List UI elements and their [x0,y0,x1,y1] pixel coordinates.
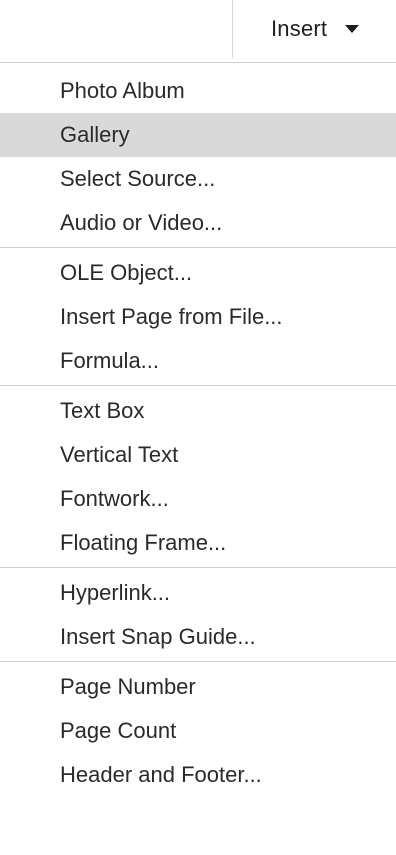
menu-item-photo-album[interactable]: Photo Album [0,69,396,113]
chevron-down-icon [345,25,360,33]
insert-dropdown-menu: Photo Album Gallery Select Source... Aud… [0,62,396,855]
insert-menu-label: Insert [271,16,328,41]
menu-group: Hyperlink... Insert Snap Guide... [0,571,396,662]
screen: Insert Photo Album Gallery Select Source… [0,0,396,855]
menu-item-hyperlink[interactable]: Hyperlink... [0,571,396,615]
menu-item-page-count[interactable]: Page Count [0,709,396,753]
toolbar: Insert [0,0,396,58]
menu-item-vertical-text[interactable]: Vertical Text [0,433,396,477]
menu-item-select-source[interactable]: Select Source... [0,157,396,201]
menu-group: Text Box Vertical Text Fontwork... Float… [0,389,396,568]
insert-menu-button[interactable]: Insert [233,0,396,58]
menu-item-gallery[interactable]: Gallery [0,113,396,157]
menu-item-floating-frame[interactable]: Floating Frame... [0,521,396,565]
menu-item-audio-or-video[interactable]: Audio or Video... [0,201,396,245]
menu-item-page-number[interactable]: Page Number [0,665,396,709]
menu-group: Photo Album Gallery Select Source... Aud… [0,69,396,248]
menu-item-fontwork[interactable]: Fontwork... [0,477,396,521]
menu-item-formula[interactable]: Formula... [0,339,396,383]
menu-item-header-and-footer[interactable]: Header and Footer... [0,753,396,797]
menu-group: Page Number Page Count Header and Footer… [0,665,396,799]
menu-item-ole-object[interactable]: OLE Object... [0,251,396,295]
menu-item-text-box[interactable]: Text Box [0,389,396,433]
menu-item-insert-snap-guide[interactable]: Insert Snap Guide... [0,615,396,659]
menu-group: OLE Object... Insert Page from File... F… [0,251,396,386]
menu-item-insert-page-from-file[interactable]: Insert Page from File... [0,295,396,339]
